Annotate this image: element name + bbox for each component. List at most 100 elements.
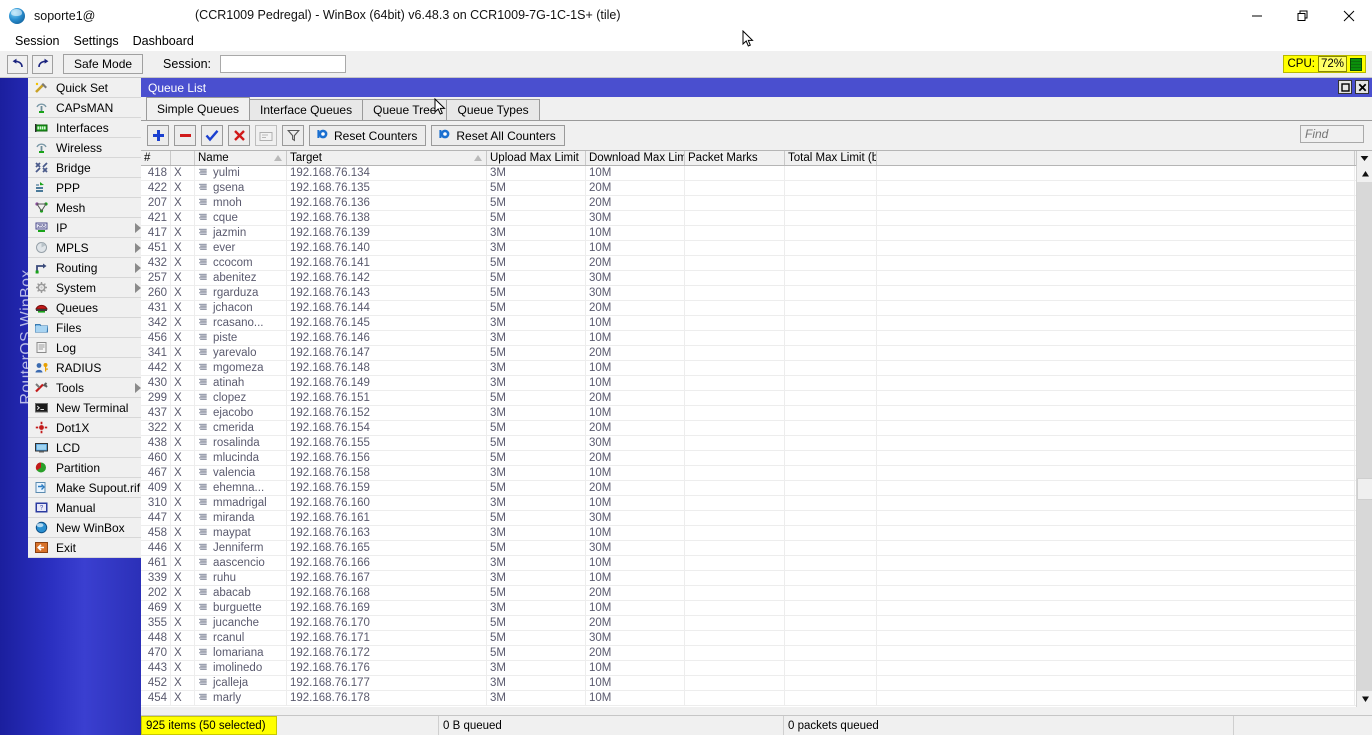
table-row[interactable]: 430Xatinah192.168.76.1493M10M bbox=[141, 376, 1372, 391]
table-row[interactable]: 299Xclopez192.168.76.1515M20M bbox=[141, 391, 1372, 406]
sidebar-item-log[interactable]: Log bbox=[28, 338, 141, 358]
table-row[interactable]: 260Xrgarduza192.168.76.1435M30M bbox=[141, 286, 1372, 301]
table-row[interactable]: 447Xmiranda192.168.76.1615M30M bbox=[141, 511, 1372, 526]
disable-button[interactable] bbox=[228, 125, 250, 146]
sidebar-item-routing[interactable]: Routing bbox=[28, 258, 141, 278]
table-row[interactable]: 422Xgsena192.168.76.1355M20M bbox=[141, 181, 1372, 196]
sidebar-item-exit[interactable]: Exit bbox=[28, 538, 141, 558]
remove-button[interactable] bbox=[174, 125, 196, 146]
table-row[interactable]: 470Xlomariana192.168.76.1725M20M bbox=[141, 646, 1372, 661]
sidebar-item-system[interactable]: System bbox=[28, 278, 141, 298]
sidebar-item-make-supout-rif[interactable]: Make Supout.rif bbox=[28, 478, 141, 498]
add-button[interactable] bbox=[147, 125, 169, 146]
tab-simple-queues[interactable]: Simple Queues bbox=[146, 97, 250, 120]
table-row[interactable]: 460Xmlucinda192.168.76.1565M20M bbox=[141, 451, 1372, 466]
sidebar-item-quick-set[interactable]: Quick Set bbox=[28, 78, 141, 98]
table-row[interactable]: 421Xcque192.168.76.1385M30M bbox=[141, 211, 1372, 226]
table-row[interactable]: 446XJenniferm192.168.76.1655M30M bbox=[141, 541, 1372, 556]
sidebar-item-files[interactable]: Files bbox=[28, 318, 141, 338]
column-chooser-dropdown[interactable] bbox=[1356, 151, 1372, 166]
sidebar-item-wireless[interactable]: Wireless bbox=[28, 138, 141, 158]
sidebar-item-radius[interactable]: RADIUS bbox=[28, 358, 141, 378]
column-header-blank-1[interactable] bbox=[171, 151, 195, 165]
reset-counters-button[interactable]: Reset Counters bbox=[309, 125, 426, 146]
sidebar-item-tools[interactable]: Tools bbox=[28, 378, 141, 398]
table-row[interactable]: 451Xever192.168.76.1403M10M bbox=[141, 241, 1372, 256]
sidebar-item-mpls[interactable]: MPLS bbox=[28, 238, 141, 258]
cell-flag: X bbox=[171, 541, 195, 555]
table-row[interactable]: 341Xyarevalo192.168.76.1475M20M bbox=[141, 346, 1372, 361]
table-row[interactable]: 409Xehemna...192.168.76.1595M20M bbox=[141, 481, 1372, 496]
table-row[interactable]: 207Xmnoh192.168.76.1365M20M bbox=[141, 196, 1372, 211]
table-row[interactable]: 431Xjchacon192.168.76.1445M20M bbox=[141, 301, 1372, 316]
table-row[interactable]: 438Xrosalinda192.168.76.1555M30M bbox=[141, 436, 1372, 451]
table-row[interactable]: 202Xabacab192.168.76.1685M20M bbox=[141, 586, 1372, 601]
column-header-packet-marks[interactable]: Packet Marks bbox=[685, 151, 785, 165]
sidebar-item-mesh[interactable]: Mesh bbox=[28, 198, 141, 218]
sidebar-item-ip[interactable]: 255IP bbox=[28, 218, 141, 238]
sidebar-item-ppp[interactable]: PPP bbox=[28, 178, 141, 198]
column-header-upload-max-limit[interactable]: Upload Max Limit bbox=[487, 151, 586, 165]
find-input[interactable] bbox=[1300, 125, 1364, 143]
close-icon[interactable] bbox=[1355, 80, 1369, 94]
table-row[interactable]: 310Xmmadrigal192.168.76.1603M10M bbox=[141, 496, 1372, 511]
sidebar-item-new-winbox[interactable]: New WinBox bbox=[28, 518, 141, 538]
table-row[interactable]: 257Xabenitez192.168.76.1425M30M bbox=[141, 271, 1372, 286]
session-input[interactable] bbox=[220, 55, 346, 73]
redo-arrow-icon[interactable] bbox=[32, 55, 53, 74]
table-row[interactable]: 418Xyulmi192.168.76.1343M10M bbox=[141, 166, 1372, 181]
scroll-up-icon[interactable] bbox=[1357, 166, 1372, 182]
sidebar-item-bridge[interactable]: Bridge bbox=[28, 158, 141, 178]
close-icon[interactable] bbox=[1326, 0, 1372, 31]
enable-button[interactable] bbox=[201, 125, 223, 146]
scroll-down-icon[interactable] bbox=[1357, 691, 1372, 707]
table-row[interactable]: 443Ximolinedo192.168.76.1763M10M bbox=[141, 661, 1372, 676]
sidebar-item-queues[interactable]: Queues bbox=[28, 298, 141, 318]
table-row[interactable]: 452Xjcalleja192.168.76.1773M10M bbox=[141, 676, 1372, 691]
vertical-scrollbar[interactable] bbox=[1356, 166, 1372, 707]
safe-mode-button[interactable]: Safe Mode bbox=[63, 54, 143, 74]
table-row[interactable]: 432Xccocom192.168.76.1415M20M bbox=[141, 256, 1372, 271]
table-row[interactable]: 442Xmgomeza192.168.76.1483M10M bbox=[141, 361, 1372, 376]
sidebar-item-lcd[interactable]: LCD bbox=[28, 438, 141, 458]
table-row[interactable]: 456Xpiste192.168.76.1463M10M bbox=[141, 331, 1372, 346]
sidebar-item-manual[interactable]: ?Manual bbox=[28, 498, 141, 518]
sidebar-item-capsman[interactable]: CAPsMAN bbox=[28, 98, 141, 118]
sidebar-item-new-terminal[interactable]: New Terminal bbox=[28, 398, 141, 418]
restore-icon[interactable] bbox=[1338, 80, 1352, 94]
table-row[interactable]: 469Xburguette192.168.76.1693M10M bbox=[141, 601, 1372, 616]
scrollbar-track[interactable] bbox=[1357, 182, 1372, 691]
table-row[interactable]: 339Xruhu192.168.76.1673M10M bbox=[141, 571, 1372, 586]
tab-interface-queues[interactable]: Interface Queues bbox=[249, 99, 363, 120]
column-header-name[interactable]: Name bbox=[195, 151, 287, 165]
reset-all-counters-button[interactable]: Reset All Counters bbox=[431, 125, 564, 146]
column-header-target[interactable]: Target bbox=[287, 151, 487, 165]
sidebar-item-partition[interactable]: Partition bbox=[28, 458, 141, 478]
column-header-blank-8[interactable] bbox=[877, 151, 1355, 165]
scrollbar-thumb[interactable] bbox=[1357, 478, 1372, 500]
menu-item-session[interactable]: Session bbox=[8, 33, 66, 49]
table-row[interactable]: 417Xjazmin192.168.76.1393M10M bbox=[141, 226, 1372, 241]
restore-icon[interactable] bbox=[1280, 0, 1326, 31]
table-row[interactable]: 461Xaascencio192.168.76.1663M10M bbox=[141, 556, 1372, 571]
column-header-[interactable]: # bbox=[141, 151, 171, 165]
filter-button[interactable] bbox=[282, 125, 304, 146]
sidebar-item-dot1x[interactable]: Dot1X bbox=[28, 418, 141, 438]
column-header-total-max-limit-bi[interactable]: Total Max Limit (bi... bbox=[785, 151, 877, 165]
table-row[interactable]: 355Xjucanche192.168.76.1705M20M bbox=[141, 616, 1372, 631]
table-row[interactable]: 467Xvalencia192.168.76.1583M10M bbox=[141, 466, 1372, 481]
menu-item-settings[interactable]: Settings bbox=[66, 33, 125, 49]
table-row[interactable]: 454Xmarly192.168.76.1783M10M bbox=[141, 691, 1372, 706]
minimize-icon[interactable] bbox=[1234, 0, 1280, 31]
table-row[interactable]: 437Xejacobo192.168.76.1523M10M bbox=[141, 406, 1372, 421]
comment-button[interactable] bbox=[255, 125, 277, 146]
table-row[interactable]: 322Xcmerida192.168.76.1545M20M bbox=[141, 421, 1372, 436]
menu-item-dashboard[interactable]: Dashboard bbox=[126, 33, 201, 49]
undo-arrow-icon[interactable] bbox=[7, 55, 28, 74]
table-row[interactable]: 448Xrcanul192.168.76.1715M30M bbox=[141, 631, 1372, 646]
table-row[interactable]: 458Xmaypat192.168.76.1633M10M bbox=[141, 526, 1372, 541]
sidebar-item-interfaces[interactable]: Interfaces bbox=[28, 118, 141, 138]
column-header-download-max-limit[interactable]: Download Max Limit bbox=[586, 151, 685, 165]
tab-queue-types[interactable]: Queue Types bbox=[446, 99, 539, 120]
table-row[interactable]: 342Xrcasano...192.168.76.1453M10M bbox=[141, 316, 1372, 331]
